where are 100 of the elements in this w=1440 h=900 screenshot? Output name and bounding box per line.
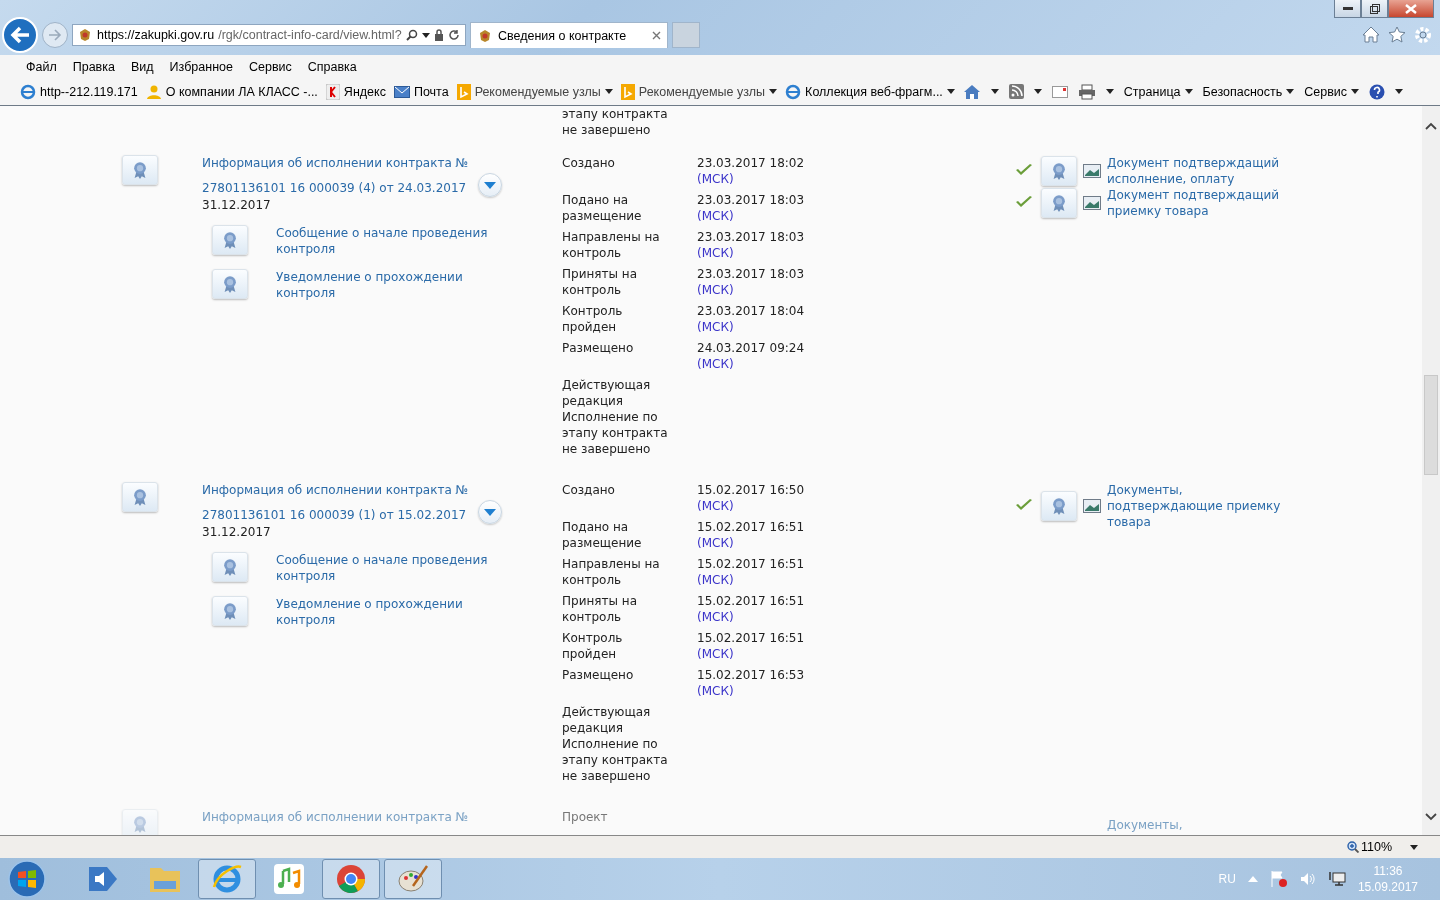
menu-item[interactable]: Вид	[122, 59, 162, 74]
document-link[interactable]: Сообщение о начале проведения контроля	[276, 225, 491, 257]
event-time: 15.02.2017 16:51	[697, 556, 806, 572]
maximize-button[interactable]	[1361, 0, 1388, 18]
palette-icon	[397, 864, 429, 894]
record-title-link[interactable]: Информация об исполнении контракта №	[202, 155, 562, 171]
back-button[interactable]	[2, 17, 38, 53]
document-link[interactable]: Сообщение о начале проведения контроля	[276, 552, 491, 584]
menu-item[interactable]: Справка	[299, 59, 365, 74]
close-icon	[1405, 3, 1417, 14]
feed-icon[interactable]	[1008, 84, 1024, 99]
event-label: Создано	[562, 155, 616, 171]
speaker-icon[interactable]	[1299, 871, 1316, 887]
network-icon[interactable]	[1327, 871, 1346, 887]
timezone-text: (МСК)	[697, 319, 735, 335]
certificate-button[interactable]	[1041, 156, 1077, 186]
timezone-text: (МСК)	[697, 356, 735, 372]
document-link[interactable]: Уведомление о прохождении контроля	[276, 269, 491, 301]
rosette-icon	[131, 488, 149, 506]
home-icon[interactable]	[962, 83, 981, 100]
event-time: 15.02.2017 16:50	[697, 482, 806, 498]
mail-icon[interactable]	[1051, 85, 1068, 98]
record-date: 31.12.2017	[202, 524, 272, 540]
minimize-icon	[1342, 7, 1353, 10]
browser-tab[interactable]: Сведения о контракте	[470, 22, 668, 48]
event-label: Контроль пройден	[562, 303, 624, 335]
document-link[interactable]: Документ подтверждащий исполнение, оплату	[1107, 155, 1299, 187]
event-label: Подано на размещение	[562, 519, 643, 551]
expand-button[interactable]	[478, 173, 503, 197]
timezone-text: (МСК)	[697, 245, 735, 261]
minimize-button[interactable]	[1334, 0, 1361, 18]
taskbar-app[interactable]	[384, 859, 442, 899]
document-link[interactable]: Документ подтверждащий приемку товара	[1107, 187, 1299, 219]
event-time: 15.02.2017 16:51	[697, 593, 806, 609]
certificate-button[interactable]	[1041, 491, 1077, 521]
forward-button[interactable]	[42, 22, 68, 48]
favorite-link[interactable]: Рекомендуемые узлы	[456, 83, 613, 100]
timezone-text: (МСК)	[697, 683, 735, 699]
record-title-link[interactable]: Информация об исполнении контракта №	[202, 482, 562, 498]
browser-icon	[20, 83, 36, 100]
chevron-up-icon[interactable]	[1425, 122, 1437, 130]
favorite-link[interactable]: Яндекс	[325, 83, 386, 100]
chevron-down-icon[interactable]	[1425, 813, 1437, 821]
printer-icon[interactable]	[1077, 83, 1096, 100]
menu-item[interactable]: Сервис	[240, 59, 300, 74]
restore-icon	[1369, 3, 1380, 14]
rosette-icon	[131, 161, 149, 179]
caret-icon	[769, 89, 778, 94]
rosette-icon	[221, 231, 239, 249]
menu-item[interactable]: Правка	[64, 59, 123, 74]
favorite-link[interactable]: http--212.119.171	[20, 83, 138, 100]
certificate-button[interactable]	[122, 482, 158, 512]
contract-number-link[interactable]: 27801136101 16 000039 (1) от 15.02.2017	[202, 507, 467, 523]
scrollbar-thumb[interactable]	[1424, 375, 1438, 475]
address-field[interactable]: https://zakupki.gov.ru /rgk/contract-info-card/view.html?	[72, 24, 466, 46]
close-icon[interactable]	[652, 31, 661, 40]
favorite-link[interactable]: О компании ЛА КЛАСС -...	[145, 83, 318, 100]
image-icon	[1083, 164, 1101, 178]
menu-item[interactable]: Избранное	[161, 59, 241, 74]
command-menu[interactable]: Страница	[1123, 84, 1193, 99]
star-icon[interactable]	[1388, 26, 1406, 43]
flag-icon[interactable]	[1269, 870, 1288, 888]
document-link[interactable]: Документы, подтверждающие приемку товара	[1107, 482, 1299, 530]
zoom-button[interactable]: 110%	[1346, 840, 1392, 854]
certificate-button[interactable]	[1041, 188, 1077, 218]
favorite-link[interactable]: Рекомендуемые узлы	[620, 83, 778, 100]
settings-icon[interactable]	[1414, 26, 1432, 44]
chrome-icon	[336, 864, 366, 894]
contract-number-link[interactable]: 27801136101 16 000039 (4) от 24.03.2017	[202, 180, 467, 196]
taskbar-app[interactable]	[322, 859, 380, 899]
home-icon[interactable]	[1362, 26, 1380, 43]
rosette-icon	[221, 275, 239, 293]
menu-item[interactable]: Файл	[18, 59, 65, 74]
certificate-button[interactable]	[212, 596, 248, 626]
browser-icon	[785, 83, 802, 100]
folder-icon	[149, 865, 181, 893]
taskbar-app[interactable]	[198, 859, 256, 899]
favorite-link[interactable]: Коллекция веб-фрагм...	[785, 83, 955, 100]
caret-icon	[1410, 844, 1418, 850]
expand-button[interactable]	[478, 500, 503, 524]
document-link[interactable]: Уведомление о прохождении контроля	[276, 596, 491, 628]
event-label: Направлены на контроль	[562, 556, 661, 588]
certificate-button[interactable]	[212, 269, 248, 299]
status-text: Исполнение по этапу контракта не завершено	[562, 409, 669, 457]
certificate-button[interactable]	[122, 155, 158, 185]
certificate-button[interactable]	[212, 225, 248, 255]
event-time: 23.03.2017 18:04	[697, 303, 806, 319]
certificate-button[interactable]	[212, 552, 248, 582]
favorite-link[interactable]: Почта	[393, 84, 449, 99]
chevron-down-icon	[484, 508, 497, 516]
help-icon[interactable]	[1369, 83, 1386, 100]
close-button[interactable]	[1388, 0, 1434, 18]
event-label: Проект	[562, 809, 609, 825]
event-label: Размещено	[562, 667, 635, 683]
event-label: Направлены на контроль	[562, 229, 661, 261]
event-time: 15.02.2017 16:51	[697, 519, 806, 535]
timezone-text: (МСК)	[697, 282, 735, 298]
command-menu[interactable]: Сервис	[1304, 84, 1360, 99]
scrollbar[interactable]	[1422, 106, 1440, 835]
command-menu[interactable]: Безопасность	[1202, 84, 1295, 99]
